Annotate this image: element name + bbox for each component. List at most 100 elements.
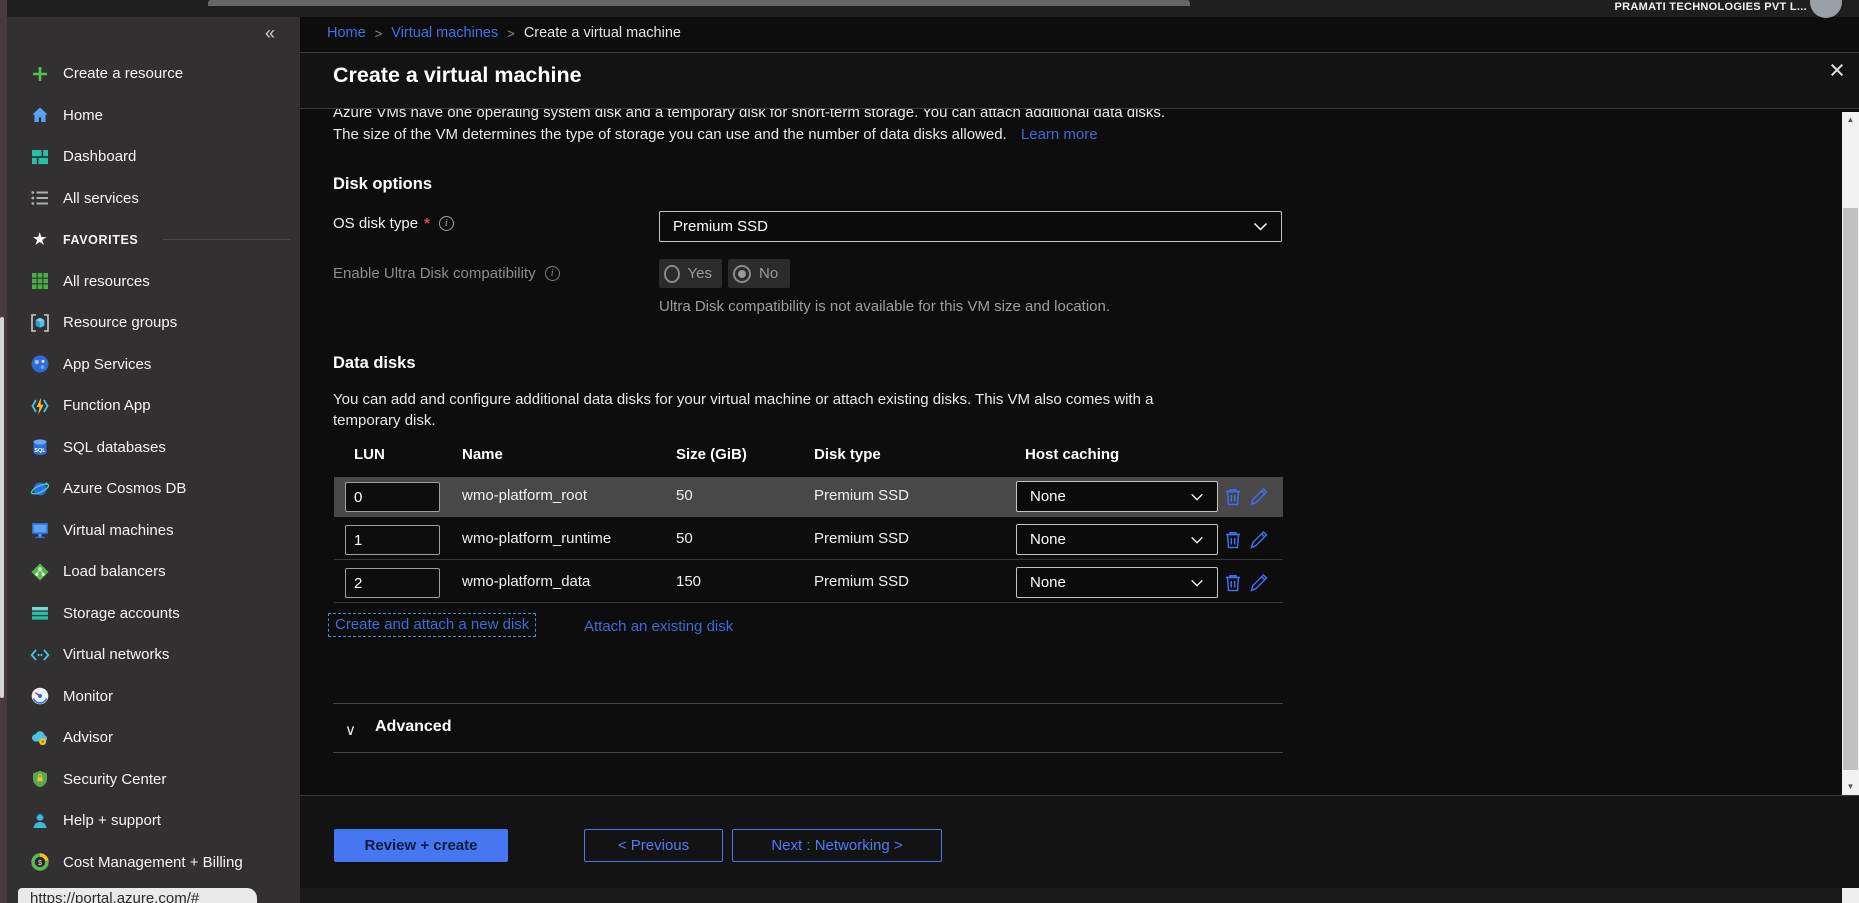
sidebar-item-label: Function App: [63, 397, 151, 414]
ultra-disk-label: Enable Ultra Disk compatibility i: [333, 265, 560, 282]
sidebar-item-dashboard[interactable]: Dashboard: [7, 136, 300, 178]
next-networking-button[interactable]: Next : Networking >: [732, 829, 942, 862]
sidebar-item-label: Virtual networks: [63, 646, 169, 663]
bottom-strip: [300, 888, 1842, 903]
panel-title-bar: Create a virtual machine ×: [300, 53, 1859, 108]
scroll-up-icon[interactable]: ▲: [1842, 112, 1859, 128]
host-caching-value: None: [1030, 488, 1066, 505]
os-disk-type-dropdown[interactable]: Premium SSD: [659, 211, 1282, 242]
sidebar-item-function-app[interactable]: Function App: [7, 385, 300, 427]
sidebar-item-label: Advisor: [63, 729, 113, 746]
breadcrumb-home[interactable]: Home: [327, 25, 366, 41]
lun-input[interactable]: [345, 568, 440, 598]
support-person-icon: [30, 811, 50, 831]
radio-yes-label: Yes: [688, 265, 712, 282]
ultra-disk-no-option[interactable]: No: [728, 259, 790, 288]
cosmos-db-icon: [30, 479, 50, 499]
disk-type: Premium SSD: [814, 487, 909, 504]
sidebar-item-virtual-networks[interactable]: Virtual networks: [7, 634, 300, 676]
sidebar-item-advisor[interactable]: Advisor: [7, 717, 300, 759]
disk-size: 50: [676, 530, 693, 547]
data-disks-heading: Data disks: [333, 354, 416, 373]
sidebar-item-load-balancers[interactable]: Load balancers: [7, 551, 300, 593]
os-disk-type-value: Premium SSD: [673, 218, 768, 235]
sidebar-item-all-services[interactable]: All services: [7, 178, 300, 220]
function-app-icon: [30, 396, 50, 416]
sidebar-item-label: SQL databases: [63, 439, 166, 456]
delete-disk-icon[interactable]: [1222, 486, 1244, 508]
edit-disk-icon[interactable]: [1248, 486, 1270, 508]
info-icon[interactable]: i: [545, 266, 560, 281]
sidebar-item-label: Virtual machines: [63, 522, 174, 539]
sidebar-item-storage-accounts[interactable]: Storage accounts: [7, 593, 300, 635]
col-header-name: Name: [462, 446, 503, 463]
sidebar-item-label: Storage accounts: [63, 605, 180, 622]
close-icon[interactable]: ×: [1822, 55, 1852, 86]
disk-size: 50: [676, 487, 693, 504]
sidebar-item-label: Create a resource: [63, 65, 183, 82]
host-caching-dropdown[interactable]: None: [1016, 567, 1218, 598]
chevron-down-icon: [1253, 222, 1268, 231]
cost-donut-icon: $: [30, 852, 50, 872]
delete-disk-icon[interactable]: [1222, 529, 1244, 551]
sidebar-item-create-a-resource[interactable]: Create a resource: [7, 53, 300, 95]
sidebar-item-resource-groups[interactable]: Resource groups: [7, 302, 300, 344]
sidebar-item-all-resources[interactable]: All resources: [7, 261, 300, 303]
chevron-down-icon: ∨: [345, 721, 356, 739]
account-avatar[interactable]: [1810, 0, 1842, 18]
sidebar-item-label: Home: [63, 107, 103, 124]
cube-brackets-icon: [30, 313, 50, 333]
sidebar-item-label: Security Center: [63, 771, 166, 788]
breadcrumb-virtual-machines[interactable]: Virtual machines: [391, 25, 498, 41]
data-disks-description-2: temporary disk.: [333, 412, 436, 429]
sidebar-section-label: FAVORITES: [63, 233, 138, 247]
sidebar-collapse-button[interactable]: «: [265, 23, 275, 44]
host-caching-value: None: [1030, 531, 1066, 548]
disk-options-heading: Disk options: [333, 175, 432, 194]
learn-more-link[interactable]: Learn more: [1021, 126, 1098, 143]
breadcrumb-current: Create a virtual machine: [524, 25, 681, 41]
info-icon[interactable]: i: [439, 216, 454, 231]
vertical-scrollbar[interactable]: ▲ ▼: [1842, 112, 1859, 795]
edit-disk-icon[interactable]: [1248, 572, 1270, 594]
review-create-button[interactable]: Review + create: [334, 829, 508, 862]
disk-type: Premium SSD: [814, 573, 909, 590]
ultra-disk-note: Ultra Disk compatibility is not availabl…: [659, 298, 1110, 315]
sidebar-item-virtual-machines[interactable]: Virtual machines: [7, 510, 300, 552]
lun-input[interactable]: [345, 525, 440, 555]
sidebar-item-label: Resource groups: [63, 314, 177, 331]
previous-button[interactable]: < Previous: [584, 829, 723, 862]
edit-disk-icon[interactable]: [1248, 529, 1270, 551]
disk-type: Premium SSD: [814, 530, 909, 547]
data-disk-row: wmo-platform_runtime 50 Premium SSD None: [334, 520, 1283, 560]
sidebar-item-monitor[interactable]: Monitor: [7, 676, 300, 718]
lun-input[interactable]: [345, 482, 440, 512]
ultra-disk-label-text: Enable Ultra Disk compatibility: [333, 265, 536, 282]
advanced-section-toggle[interactable]: Advanced: [375, 718, 451, 736]
sidebar-item-help-support[interactable]: Help + support: [7, 800, 300, 842]
sidebar: « Create a resource Home Dashboard All s…: [7, 17, 300, 903]
sidebar-item-app-services[interactable]: App Services: [7, 344, 300, 386]
sidebar-item-cost-management[interactable]: $ Cost Management + Billing: [7, 842, 300, 884]
sidebar-item-home[interactable]: Home: [7, 95, 300, 137]
chevron-right-icon: >: [375, 26, 383, 41]
app-services-icon: [30, 354, 50, 374]
disk-name: wmo-platform_data: [462, 573, 590, 590]
sidebar-item-security-center[interactable]: Security Center: [7, 759, 300, 801]
intro-line-2: The size of the VM determines the type o…: [333, 126, 1098, 143]
sidebar-item-sql-databases[interactable]: SQL SQL databases: [7, 427, 300, 469]
host-caching-dropdown[interactable]: None: [1016, 481, 1218, 512]
delete-disk-icon[interactable]: [1222, 572, 1244, 594]
sidebar-item-azure-cosmos-db[interactable]: Azure Cosmos DB: [7, 468, 300, 510]
create-attach-disk-link[interactable]: Create and attach a new disk: [328, 613, 536, 637]
scrollbar-thumb[interactable]: [1843, 208, 1858, 770]
attach-existing-disk-link[interactable]: Attach an existing disk: [584, 618, 733, 635]
ultra-disk-yes-option[interactable]: Yes: [659, 259, 722, 288]
divider: [333, 752, 1283, 753]
host-caching-dropdown[interactable]: None: [1016, 524, 1218, 555]
disk-name: wmo-platform_root: [462, 487, 587, 504]
list-icon: [30, 188, 50, 208]
scroll-down-icon[interactable]: ▼: [1842, 779, 1859, 795]
window-edge-scrollbar[interactable]: [0, 317, 4, 698]
sidebar-item-label: Load balancers: [63, 563, 166, 580]
